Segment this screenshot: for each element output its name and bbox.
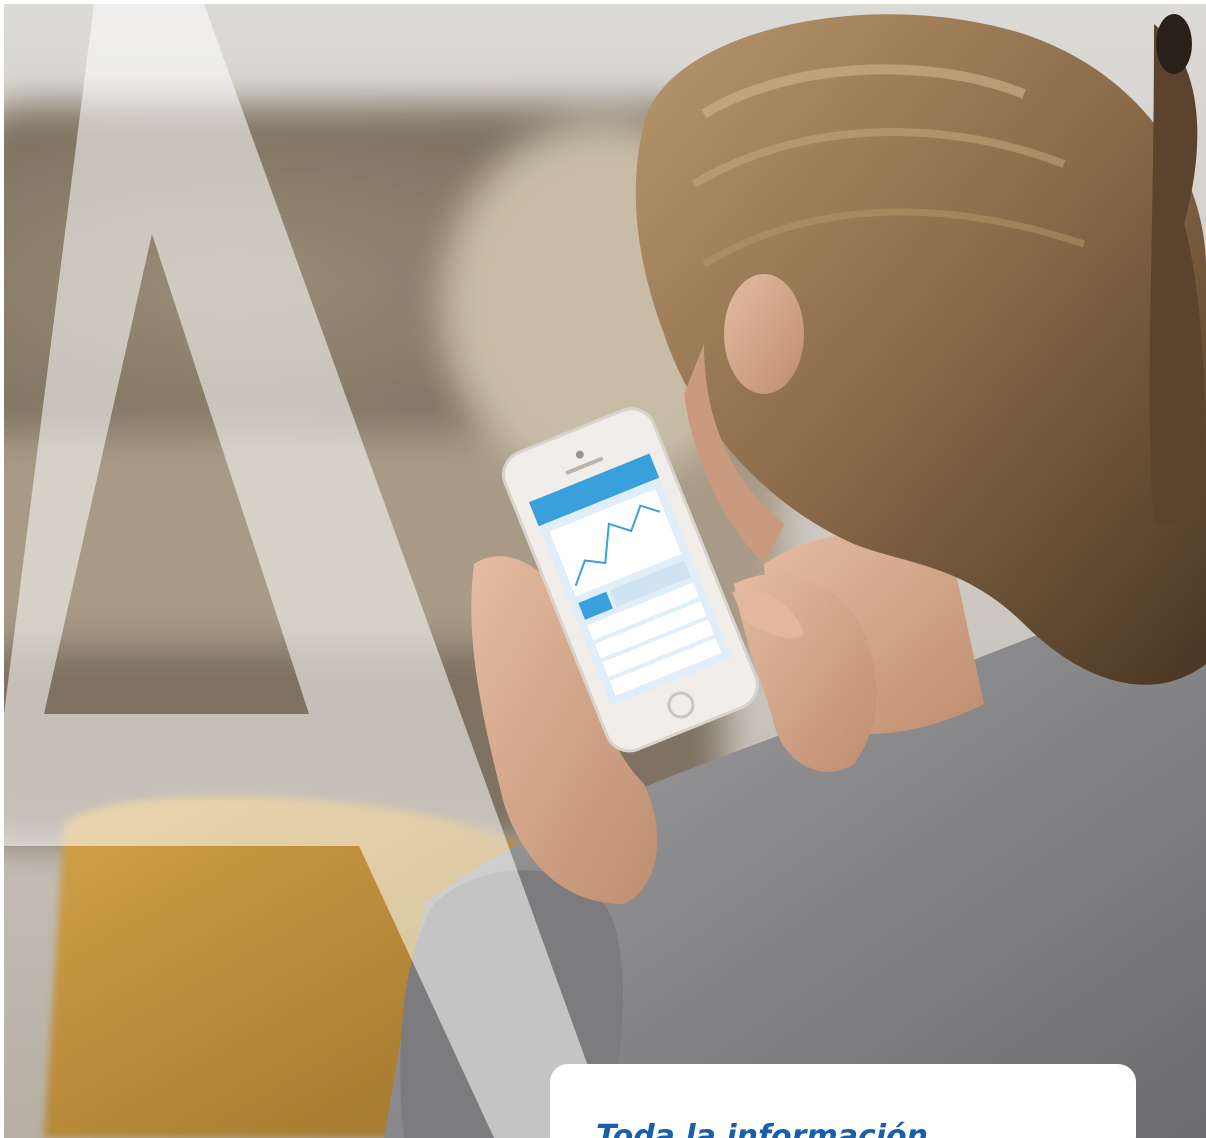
info-card-title: Toda la información <box>596 1119 928 1138</box>
hero-photo <box>4 4 1206 1138</box>
page: Toda la información <box>0 0 1206 1138</box>
ear <box>724 274 804 394</box>
hero-photo-illustration <box>4 4 1206 1138</box>
info-card: Toda la información <box>550 1064 1136 1138</box>
hair-tie <box>1156 14 1192 74</box>
